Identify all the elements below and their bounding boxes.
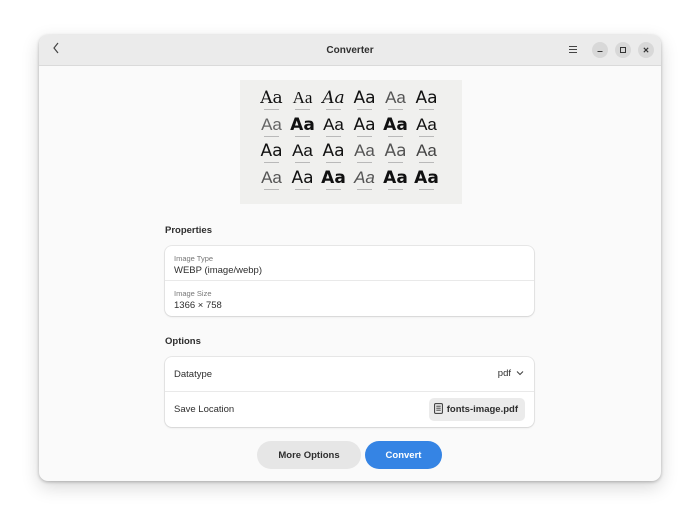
- datatype-value: pdf: [497, 368, 511, 379]
- properties-card: Image Type WEBP (image/webp) Image Size …: [165, 246, 534, 316]
- sample-caption: [388, 162, 403, 163]
- font-sample: Aa: [260, 88, 283, 110]
- sample-caption: [264, 135, 279, 137]
- image-type-row: Image Type WEBP (image/webp): [165, 246, 534, 281]
- main-menu-button[interactable]: [565, 42, 581, 58]
- font-sample: Aa: [384, 141, 407, 163]
- sample-caption: [357, 188, 372, 190]
- font-sample: Aa: [349, 142, 380, 169]
- font-samples-grid: Aa Aa Aa Aa Aa Aa Aa Aa Aa Aa Aa Aa Aa Aa Aa Aa Aa Aa Aa Aa…: [256, 89, 446, 195]
- font-sample: Aa: [287, 142, 318, 169]
- save-location-label: Save Location: [174, 404, 235, 415]
- font-sample: Aa: [349, 168, 380, 196]
- chevron-down-icon: [516, 368, 524, 379]
- document-icon: [433, 402, 443, 417]
- sample-caption: [264, 162, 279, 163]
- minimize-button[interactable]: [592, 42, 608, 58]
- image-preview: Aa Aa Aa Aa Aa Aa Aa Aa Aa Aa Aa Aa Aa Aa Aa Aa Aa Aa Aa Aa…: [240, 80, 462, 204]
- properties-heading: Properties: [165, 225, 212, 236]
- datatype-row[interactable]: Datatype pdf: [165, 357, 534, 392]
- font-sample: Aa: [414, 167, 439, 190]
- font-sample: Aa: [380, 89, 411, 116]
- sample-caption: [388, 109, 403, 110]
- save-location-button[interactable]: fonts-image.pdf: [428, 398, 525, 421]
- options-card: Datatype pdf Save Location fonts-image.p…: [165, 357, 534, 427]
- sample-caption: [264, 188, 279, 190]
- image-size-row: Image Size 1366 × 758: [165, 281, 534, 316]
- sample-caption: [326, 135, 341, 137]
- sample-caption: [295, 162, 310, 163]
- font-sample: Aa: [291, 167, 314, 190]
- save-location-row: Save Location fonts-image.pdf: [165, 392, 534, 427]
- header-bar: Converter: [39, 35, 661, 66]
- font-sample: Aa: [321, 167, 346, 190]
- font-sample: Aa: [353, 88, 376, 110]
- minimize-icon: [596, 41, 604, 59]
- font-sample: Aa: [318, 115, 349, 143]
- font-sample: Aa: [353, 114, 376, 137]
- more-options-button[interactable]: More Options: [257, 441, 361, 469]
- image-type-label: Image Type: [174, 254, 214, 263]
- sample-caption: [388, 135, 403, 137]
- sample-caption: [264, 109, 279, 110]
- sample-caption: [419, 188, 434, 190]
- maximize-icon: [619, 41, 627, 59]
- options-heading: Options: [165, 336, 201, 347]
- image-type-value: WEBP (image/webp): [174, 265, 262, 276]
- sample-caption: [326, 162, 341, 163]
- converter-window: Converter Aa Aa Aa Aa Aa Aa Aa Aa Aa Aa Aa Aa Aa Aa Aa…: [39, 35, 661, 481]
- sample-caption: [357, 135, 372, 137]
- sample-caption: [326, 109, 341, 110]
- font-sample: Aa: [290, 114, 315, 137]
- image-size-label: Image Size: [174, 289, 212, 298]
- sample-caption: [357, 109, 372, 110]
- font-sample: Aa: [322, 141, 345, 163]
- font-sample: Aa: [383, 167, 408, 190]
- font-sample: Aa: [411, 115, 442, 143]
- image-size-value: 1366 × 758: [174, 300, 222, 311]
- hamburger-menu-icon: [568, 41, 578, 59]
- font-sample: Aa: [287, 89, 318, 116]
- font-sample: Aa: [415, 88, 438, 110]
- sample-caption: [326, 188, 341, 190]
- sample-caption: [419, 162, 434, 163]
- sample-caption: [388, 188, 403, 190]
- font-sample: Aa: [256, 168, 287, 196]
- close-icon: [642, 41, 650, 59]
- sample-caption: [295, 109, 310, 110]
- close-button[interactable]: [638, 42, 654, 58]
- font-sample: Aa: [383, 114, 408, 137]
- sample-caption: [419, 109, 434, 110]
- datatype-label: Datatype: [174, 369, 213, 380]
- sample-caption: [357, 162, 372, 163]
- font-sample: Aa: [256, 115, 287, 143]
- font-sample: Aa: [260, 141, 283, 163]
- convert-button[interactable]: Convert: [365, 441, 442, 469]
- font-sample: Aa: [322, 88, 345, 110]
- maximize-button[interactable]: [615, 42, 631, 58]
- save-location-value: fonts-image.pdf: [446, 404, 518, 415]
- datatype-dropdown[interactable]: pdf: [498, 368, 524, 379]
- font-sample: Aa: [411, 142, 442, 169]
- sample-caption: [295, 188, 310, 190]
- sample-caption: [419, 135, 434, 137]
- sample-caption: [295, 135, 310, 137]
